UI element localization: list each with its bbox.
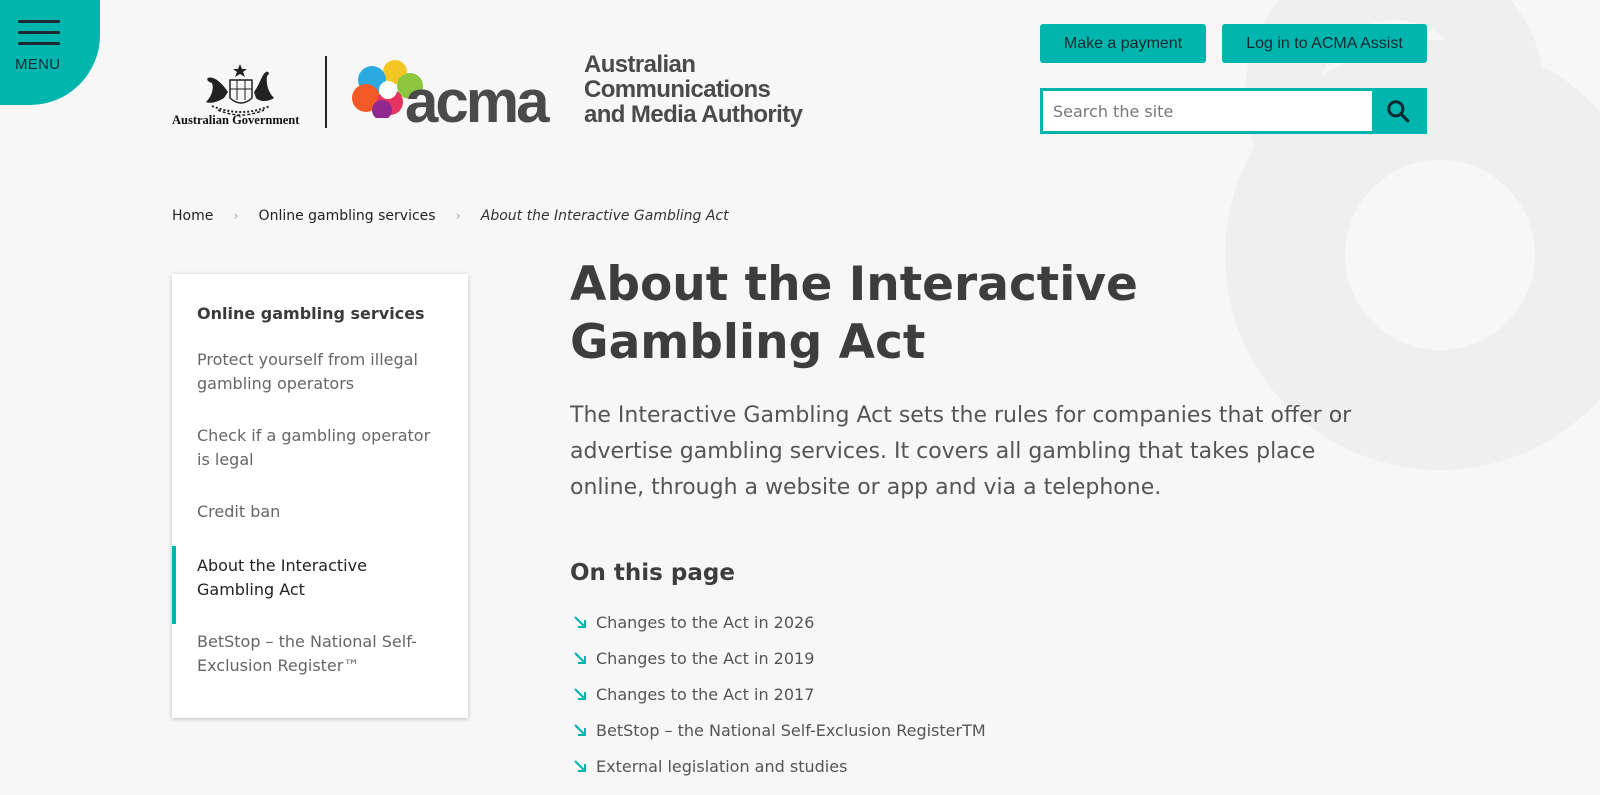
on-this-page-link[interactable]: Changes to the Act in 2019: [572, 640, 986, 676]
arrow-down-right-icon: [574, 760, 586, 772]
search-input[interactable]: [1043, 91, 1372, 131]
hamburger-icon: [18, 20, 60, 23]
make-payment-button[interactable]: Make a payment: [1040, 24, 1206, 63]
acma-wordmark: acma: [405, 68, 549, 135]
sidebar-title[interactable]: Online gambling services: [197, 304, 425, 323]
acma-name-line: Australian: [584, 51, 696, 78]
on-this-page-list: Changes to the Act in 2026 Changes to th…: [572, 604, 986, 784]
hamburger-icon-bar: [18, 31, 60, 34]
menu-button[interactable]: MENU: [0, 0, 78, 80]
sidebar-item-interactive-gambling-act[interactable]: About the Interactive Gambling Act: [197, 554, 447, 602]
hamburger-icon-bar: [18, 42, 60, 45]
on-this-page-link[interactable]: BetStop – the National Self-Exclusion Re…: [572, 712, 986, 748]
on-this-page-link-label: Changes to the Act in 2026: [596, 612, 815, 632]
login-acma-assist-button[interactable]: Log in to ACMA Assist: [1222, 24, 1427, 63]
sidebar-item-betstop[interactable]: BetStop – the National Self-Exclusion Re…: [197, 630, 447, 678]
arrow-down-right-icon: [574, 652, 586, 664]
breadcrumb: Home › Online gambling services › About …: [172, 208, 729, 224]
on-this-page-link-label: Changes to the Act in 2017: [596, 684, 815, 704]
sidebar-item-protect-yourself[interactable]: Protect yourself from illegal gambling o…: [197, 348, 447, 396]
intro-paragraph: The Interactive Gambling Act sets the ru…: [570, 403, 1352, 500]
on-this-page-link[interactable]: External legislation and studies: [572, 748, 986, 784]
sidebar-active-indicator: [172, 546, 176, 624]
on-this-page-link[interactable]: Changes to the Act in 2017: [572, 676, 986, 712]
on-this-page-link-label: BetStop – the National Self-Exclusion Re…: [596, 720, 986, 740]
chevron-right-icon: ›: [233, 208, 239, 224]
breadcrumb-online-gambling[interactable]: Online gambling services: [259, 208, 436, 224]
arrow-down-right-icon: [574, 616, 586, 628]
arrow-down-right-icon: [574, 688, 586, 700]
logo-divider: [325, 56, 327, 128]
on-this-page-link-label: Changes to the Act in 2019: [596, 648, 815, 668]
acma-full-name: Australian Communications and Media Auth…: [584, 51, 803, 128]
page-title: About the Interactive Gambling Act: [570, 257, 1138, 370]
sidebar-item-credit-ban[interactable]: Credit ban: [197, 500, 447, 524]
acma-name-line: and Media Authority: [584, 101, 803, 128]
sidebar-nav: Online gambling services Protect yoursel…: [172, 274, 468, 718]
chevron-right-icon: ›: [455, 208, 461, 224]
breadcrumb-current: About the Interactive Gambling Act: [480, 208, 729, 224]
on-this-page-link[interactable]: Changes to the Act in 2026: [572, 604, 986, 640]
acma-name-line: Communications: [584, 76, 771, 103]
arrow-down-right-icon: [574, 724, 586, 736]
sidebar-item-check-operator[interactable]: Check if a gambling operator is legal: [197, 424, 447, 472]
on-this-page-heading: On this page: [570, 560, 735, 586]
breadcrumb-home[interactable]: Home: [172, 208, 213, 224]
australian-government-text: Australian Government: [172, 113, 300, 127]
search-bar: [1040, 88, 1427, 134]
on-this-page-link-label: External legislation and studies: [596, 756, 848, 776]
search-icon: [1387, 100, 1410, 123]
search-button[interactable]: [1372, 91, 1424, 131]
menu-label: MENU: [15, 56, 61, 73]
